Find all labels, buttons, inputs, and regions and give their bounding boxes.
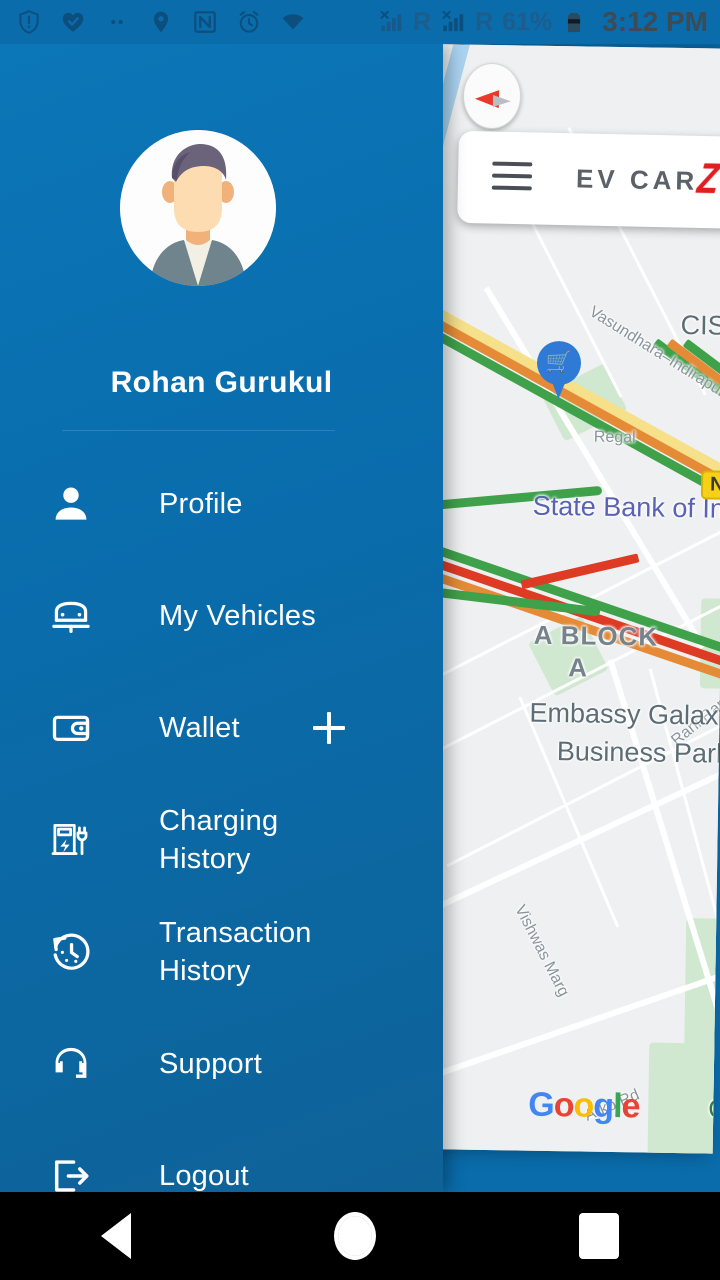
menu-item-wallet[interactable]: Wallet	[0, 672, 443, 784]
map-label: State Bank of India	[532, 490, 720, 525]
compass-needle-south	[492, 95, 512, 108]
menu-item-label: Transaction History	[159, 917, 312, 987]
status-bar: R R 61% 3:12 PM	[0, 0, 720, 44]
google-watermark: Google	[528, 1085, 640, 1126]
menu-item-my-vehicles[interactable]: My Vehicles	[0, 560, 443, 672]
menu-item-profile[interactable]: Profile	[0, 448, 443, 560]
map-label: Vishwas Marg	[511, 902, 573, 1000]
map-label: Regal	[593, 428, 636, 447]
map-label: A	[567, 652, 589, 683]
app-logo: EV CARZIN	[575, 155, 720, 203]
map-label: Business Park	[556, 736, 720, 769]
add-wallet-button[interactable]	[310, 709, 348, 747]
status-icons-left	[0, 9, 306, 35]
history-clock-icon	[47, 928, 95, 976]
map-label: A BLOCK	[533, 619, 659, 652]
person-icon	[47, 480, 95, 528]
app-bar: EV CARZIN	[457, 130, 720, 230]
shopping-pin[interactable]: 🛒	[536, 340, 582, 400]
car-front-icon	[47, 592, 95, 640]
minor-road	[518, 696, 620, 928]
recents-button[interactable]	[578, 1213, 619, 1259]
back-button[interactable]	[101, 1213, 132, 1259]
cart-icon: 🛒	[545, 350, 573, 375]
signal-bars-icon	[442, 10, 464, 32]
map-label: Green B	[708, 1093, 720, 1126]
hamburger-menu-icon[interactable]	[491, 161, 533, 199]
ev-charger-icon	[47, 816, 95, 864]
menu-item-charging-history[interactable]: Charging History	[0, 784, 443, 896]
navigation-drawer: Rohan Gurukul Profile My Vehicles Wallet…	[0, 44, 443, 1192]
wifi-icon	[282, 14, 304, 30]
map-label: Embassy Galaxy	[529, 697, 720, 731]
drawer-divider	[62, 430, 335, 431]
avatar[interactable]	[120, 130, 276, 286]
roaming-indicator-2: R	[475, 7, 494, 36]
headset-icon	[47, 1040, 95, 1088]
menu-item-label: Charging History	[159, 805, 279, 875]
menu-item-support[interactable]: Support	[0, 1008, 443, 1120]
menu-item-label: Support	[159, 1048, 262, 1080]
menu-item-label: Wallet	[159, 712, 240, 744]
shield-alert-icon	[19, 10, 39, 34]
minor-road	[415, 761, 720, 920]
brand-text-1: EV CAR	[575, 163, 699, 196]
alarm-clock-icon	[239, 10, 259, 33]
more-dots-icon	[111, 19, 123, 25]
phone-screen: CISF Vasundhara–Indirapuram Rd Regal Del…	[0, 0, 720, 1280]
home-button[interactable]	[333, 1212, 376, 1260]
heart-check-icon	[62, 12, 84, 32]
clock: 3:12 PM	[602, 6, 708, 37]
location-pin-icon	[153, 11, 169, 33]
roaming-indicator-1: R	[413, 7, 432, 36]
menu-item-label: Profile	[159, 488, 243, 520]
menu-item-label: Logout	[159, 1160, 249, 1192]
battery-icon	[568, 13, 581, 33]
highway-shield: NE3	[700, 470, 720, 501]
battery-percent: 61%	[502, 7, 553, 36]
signal-no-sim-icon	[380, 10, 402, 32]
user-name: Rohan Gurukul	[110, 366, 333, 399]
status-icons-right: R R 61% 3:12 PM	[378, 6, 720, 38]
avatar-illustration	[120, 130, 276, 286]
wallet-icon	[47, 704, 95, 752]
android-nav-bar	[0, 1192, 720, 1280]
map-label: CISF	[680, 309, 720, 341]
drawer-menu: Profile My Vehicles Wallet Charging Hist…	[0, 448, 443, 1232]
menu-item-label: My Vehicles	[159, 600, 316, 632]
nfc-icon	[194, 11, 216, 33]
menu-item-transaction-history[interactable]: Transaction History	[0, 896, 443, 1008]
